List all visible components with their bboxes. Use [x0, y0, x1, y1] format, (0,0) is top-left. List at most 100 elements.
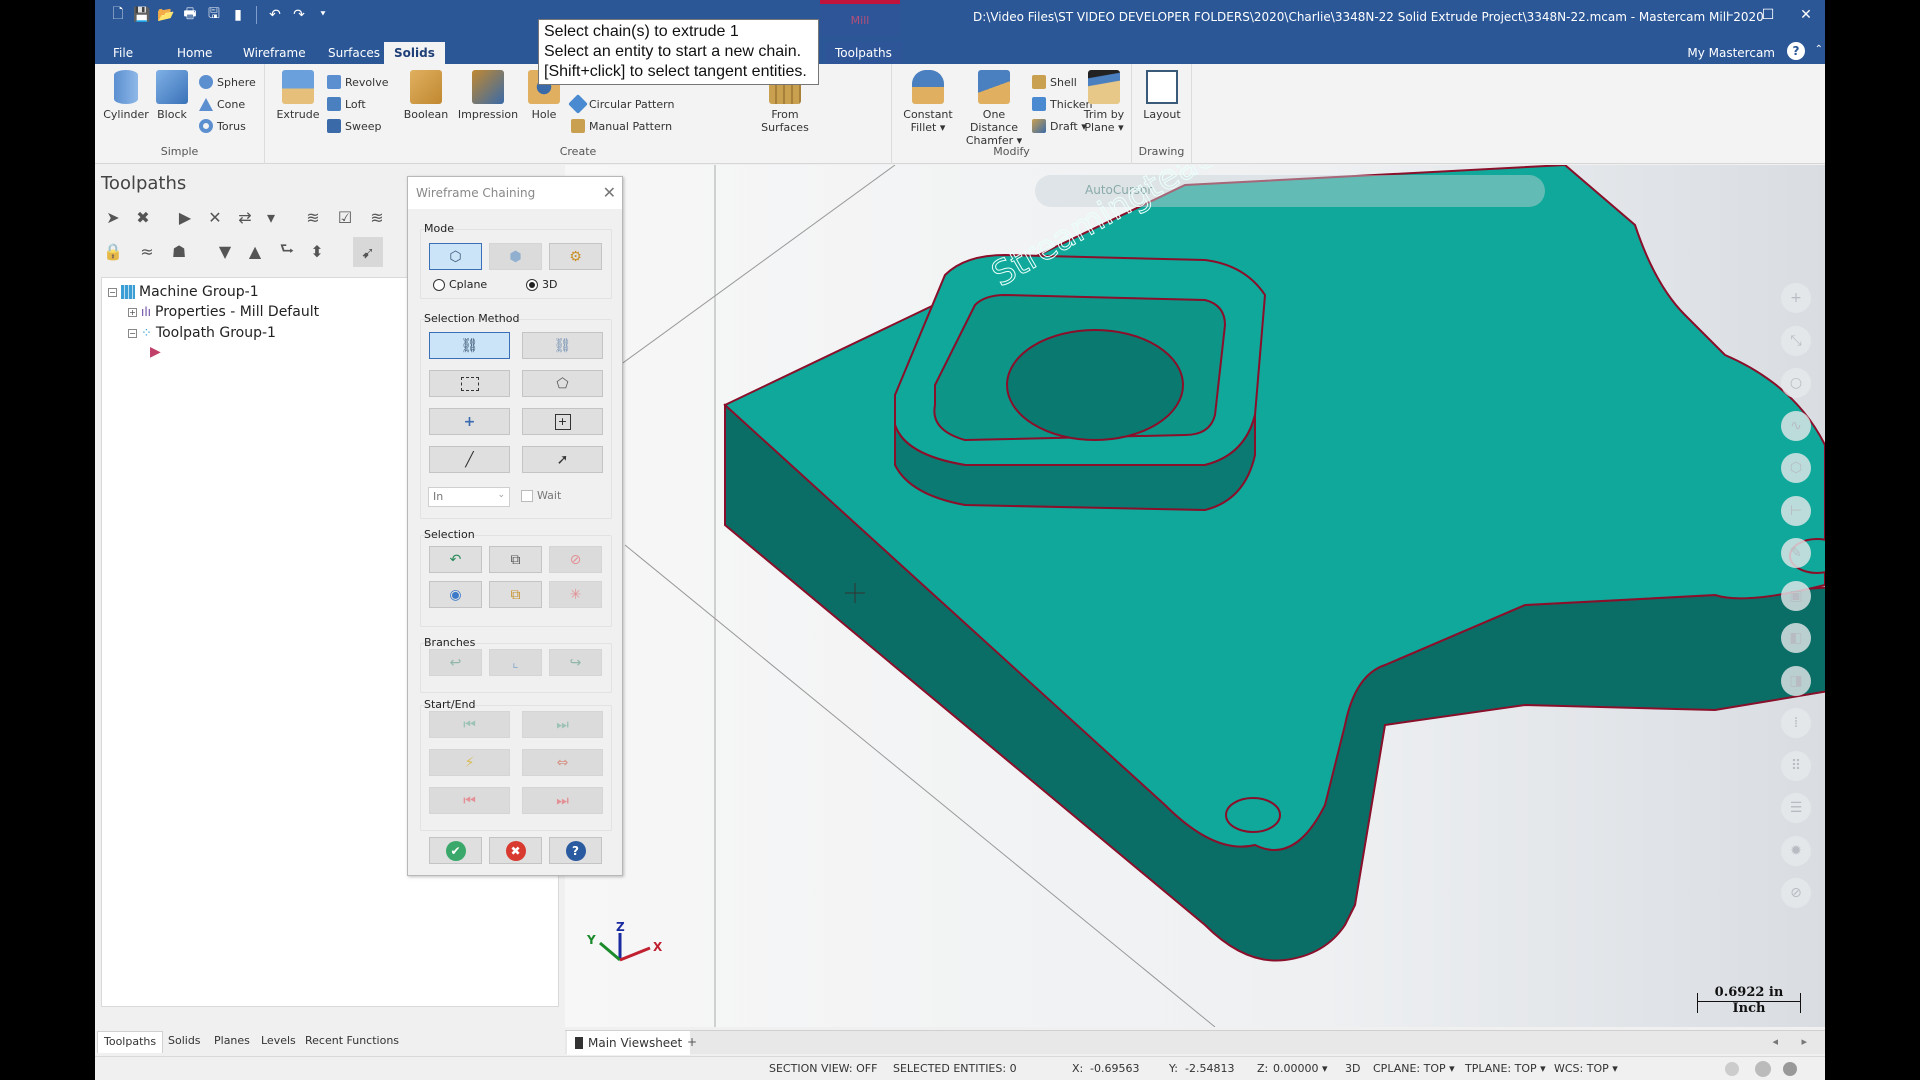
3d-radio[interactable]: 3D: [526, 278, 557, 291]
vector-arrow-button[interactable]: ➚: [522, 446, 603, 473]
collapse-icon[interactable]: −: [108, 287, 117, 297]
minimize-button[interactable]: –: [1711, 0, 1749, 30]
vector-select-button[interactable]: ╱: [429, 446, 510, 473]
move-start-back-button[interactable]: ⏮: [429, 711, 510, 738]
unselect-button[interactable]: ⊘: [549, 546, 602, 573]
point-icon[interactable]: +: [1781, 283, 1811, 313]
print-icon[interactable]: 🖶: [181, 6, 199, 24]
cancel-button[interactable]: ✖: [489, 837, 542, 864]
cplane-dropdown[interactable]: CPLANE: TOP ▾: [1373, 1062, 1455, 1075]
unselect-all-button[interactable]: ✳: [549, 581, 602, 608]
tab-wireframe[interactable]: Wireframe: [233, 42, 316, 64]
translucency-icon[interactable]: [1783, 1062, 1797, 1076]
expand-icon[interactable]: +: [128, 307, 137, 317]
close-button[interactable]: ✕: [1787, 0, 1825, 30]
section-view-status[interactable]: SECTION VIEW: OFF: [769, 1062, 877, 1075]
part-model[interactable]: Z Y X: [565, 165, 1825, 1027]
dropdown-icon[interactable]: ▾: [259, 205, 283, 229]
regenerate-dirty-icon[interactable]: ✕: [203, 205, 227, 229]
extrude-button[interactable]: Extrude: [271, 70, 325, 121]
lock-icon[interactable]: 🔒: [101, 239, 125, 263]
tab-solids[interactable]: Solids: [384, 42, 445, 64]
mill-context-tab[interactable]: Mill: [820, 0, 900, 36]
move-up-icon[interactable]: ▲: [243, 239, 267, 263]
x-coord-value[interactable]: -0.69563: [1090, 1062, 1139, 1075]
tab-file[interactable]: File: [103, 42, 143, 64]
settings-icon[interactable]: ✹: [1781, 835, 1811, 866]
wireframe-shading-icon[interactable]: [1725, 1062, 1739, 1076]
tplane-dropdown[interactable]: TPLANE: TOP ▾: [1465, 1062, 1546, 1075]
collapse-icon[interactable]: −: [128, 328, 137, 338]
solid-icon[interactable]: ▣: [1781, 580, 1811, 611]
single-select-button[interactable]: +: [522, 408, 603, 435]
undo-icon[interactable]: ↶: [266, 6, 284, 24]
window-mode-select[interactable]: In ⌄: [428, 487, 510, 507]
tab-recent-functions[interactable]: Recent Functions: [299, 1031, 405, 1053]
window-select-button[interactable]: [429, 370, 510, 397]
help-icon[interactable]: ?: [1787, 42, 1805, 60]
simulate-icon[interactable]: ≋: [365, 205, 389, 229]
loft-button[interactable]: Loft: [327, 94, 366, 114]
dimension-icon[interactable]: ⊢: [1781, 495, 1811, 526]
select-all-operations-icon[interactable]: ➤: [101, 205, 125, 229]
z-coord-value[interactable]: 0.00000 ▾: [1273, 1062, 1328, 1075]
verify-icon[interactable]: ☑: [333, 205, 357, 229]
one-distance-chamfer-button[interactable]: One Distance Chamfer ▾: [958, 70, 1030, 147]
branch-select-button[interactable]: ⌞: [489, 649, 542, 676]
move-down-icon[interactable]: ▼: [213, 239, 237, 263]
wait-checkbox[interactable]: Wait: [521, 489, 561, 502]
color-icon[interactable]: ◧: [1781, 623, 1811, 653]
clear-icon[interactable]: ⊘: [1781, 878, 1811, 908]
wireframe-mode-button[interactable]: ⬡: [429, 243, 482, 270]
add-viewsheet-button[interactable]: +: [687, 1035, 697, 1049]
branch-back-button[interactable]: ↩: [429, 649, 482, 676]
tab-surfaces[interactable]: Surfaces: [318, 42, 390, 64]
attributes-icon[interactable]: ⁞: [1781, 708, 1811, 738]
cone-button[interactable]: Cone: [199, 94, 245, 114]
insert-after-icon[interactable]: ⮑: [275, 239, 299, 263]
reverse-chain-button[interactable]: ⇔: [522, 749, 603, 776]
y-coord-value[interactable]: -2.54813: [1185, 1062, 1234, 1075]
tab-solids-manager[interactable]: Solids: [162, 1031, 207, 1053]
impression-button[interactable]: Impression: [455, 70, 521, 121]
tab-home[interactable]: Home: [167, 42, 222, 64]
area-select-button[interactable]: +: [429, 408, 510, 435]
shaded-icon[interactable]: [1755, 1061, 1771, 1077]
tab-planes-manager[interactable]: Planes: [208, 1031, 256, 1053]
toggle-operations-icon[interactable]: ⇄: [233, 205, 257, 229]
collapse-ribbon-icon[interactable]: ⌃: [1815, 44, 1823, 55]
toggle-display-icon[interactable]: ≈: [135, 239, 159, 263]
save-as-icon[interactable]: 🖫: [205, 6, 223, 24]
partial-chain-button[interactable]: ⛓: [522, 332, 603, 359]
save-icon[interactable]: 💾: [133, 6, 151, 24]
tab-levels-manager[interactable]: Levels: [255, 1031, 302, 1053]
tab-main-viewsheet[interactable]: Main Viewsheet: [567, 1031, 691, 1055]
line-icon[interactable]: ⤡: [1781, 325, 1811, 356]
wcs-dropdown[interactable]: WCS: TOP ▾: [1554, 1062, 1618, 1075]
analyze-icon[interactable]: ⠿: [1781, 750, 1811, 781]
chain-button[interactable]: ⛓: [429, 332, 510, 359]
sphere-button[interactable]: Sphere: [199, 72, 256, 92]
polygon-select-button[interactable]: ⬠: [522, 370, 603, 397]
tree-item-toolpath-group[interactable]: − ⁘ Toolpath Group-1: [128, 325, 276, 341]
solid-mode-button[interactable]: ⬢: [489, 243, 542, 270]
scroll-icon[interactable]: ⬍: [305, 239, 329, 263]
select-cursor-icon[interactable]: ➹: [353, 237, 383, 267]
mode-3d-toggle[interactable]: 3D: [1345, 1062, 1360, 1075]
layers-icon[interactable]: ☰: [1781, 793, 1811, 823]
revolve-button[interactable]: Revolve: [327, 72, 389, 92]
manual-pattern-button[interactable]: Manual Pattern: [571, 116, 672, 136]
redo-icon[interactable]: ↷: [290, 6, 308, 24]
my-mastercam-link[interactable]: My Mastercam: [1687, 46, 1775, 60]
chain-features-button[interactable]: ⧉: [489, 546, 542, 573]
dialog-titlebar[interactable]: Wireframe Chaining ✕: [408, 177, 622, 209]
tab-toolpaths-manager[interactable]: Toolpaths: [97, 1031, 164, 1053]
layout-button[interactable]: Layout: [1135, 70, 1189, 121]
tree-item-machine-group[interactable]: − Machine Group-1: [108, 284, 259, 300]
constant-fillet-button[interactable]: Constant Fillet ▾: [900, 70, 956, 134]
cplane-radio[interactable]: Cplane: [433, 278, 487, 291]
deselect-all-operations-icon[interactable]: ✖: [131, 205, 155, 229]
branch-forward-button[interactable]: ↪: [549, 649, 602, 676]
last-chain-button[interactable]: ↶: [429, 546, 482, 573]
backplot-icon[interactable]: ≋: [301, 205, 325, 229]
